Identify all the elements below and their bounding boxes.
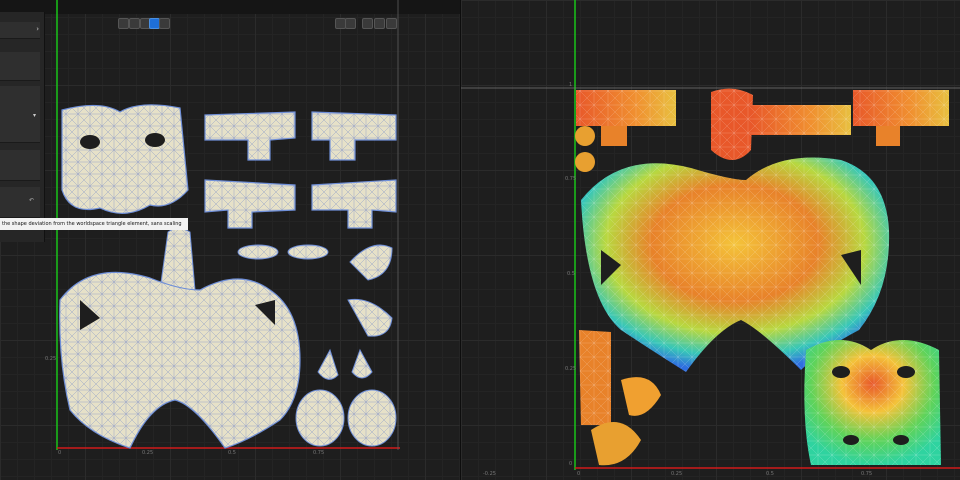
y-tick: 0.75: [565, 176, 577, 182]
uv-viewport-left[interactable]: 0 0.25 0.5 0.75 0.25 ▾ ↶ › the shape dev…: [0, 0, 460, 480]
details-panel: ▾ ↶ ›: [0, 12, 45, 242]
x-tick: 0.75: [861, 471, 873, 477]
y-tick: 1: [569, 82, 573, 88]
uv-island-mouth: [159, 228, 196, 291]
x-tick: 0: [58, 450, 62, 456]
x-tick: 0.5: [766, 471, 774, 477]
uv-island-6: [591, 422, 641, 466]
x-tick: 0.25: [671, 471, 683, 477]
uv-layout-heatmap: [461, 0, 960, 470]
uv-island-8: [347, 298, 393, 337]
uv-island-face-top: [61, 104, 189, 214]
y-tick: 0.25: [45, 356, 57, 362]
panel-section: ▾: [0, 86, 40, 143]
x-tick: 0.25: [142, 450, 154, 456]
uv-island-2: [311, 111, 397, 161]
uv-island-11: [295, 389, 345, 447]
panel-section: ↶: [0, 187, 40, 218]
panel-section: [0, 150, 40, 181]
tooltip: the shape deviation from the worldspace …: [0, 218, 188, 230]
x-tick: 0.5: [228, 450, 236, 456]
uv-layout-neutral: [56, 0, 400, 450]
y-tick: 0: [569, 461, 573, 467]
x-tick: 0: [577, 471, 581, 477]
chevron-right-icon[interactable]: ›: [36, 25, 39, 33]
uv-island-10: [351, 348, 373, 379]
chevron-down-icon[interactable]: ▾: [33, 112, 36, 119]
y-tick: 0.25: [565, 366, 577, 372]
uv-island-12: [347, 389, 397, 447]
panel-header[interactable]: [0, 22, 40, 39]
uv-island-6: [287, 244, 329, 260]
uv-island-7: [349, 244, 393, 281]
y-tick: 0.5: [567, 271, 575, 277]
uv-island-5: [237, 244, 279, 260]
x-tick: -0.25: [483, 471, 496, 477]
uv-island-5: [621, 377, 661, 416]
x-tick: 0.75: [313, 450, 325, 456]
reset-icon[interactable]: ↶: [29, 197, 34, 204]
uv-island-9: [317, 348, 339, 380]
uv-island-1: [204, 111, 296, 161]
uv-island-3: [204, 179, 296, 229]
uv-island-4: [311, 179, 397, 229]
panel-section: [0, 52, 40, 81]
uv-island-face-bottom: [59, 271, 301, 449]
uv-viewport-right[interactable]: -0.25 0 0.25 0.5 0.75 1 0.75 0.5 0.25 0: [461, 0, 960, 480]
